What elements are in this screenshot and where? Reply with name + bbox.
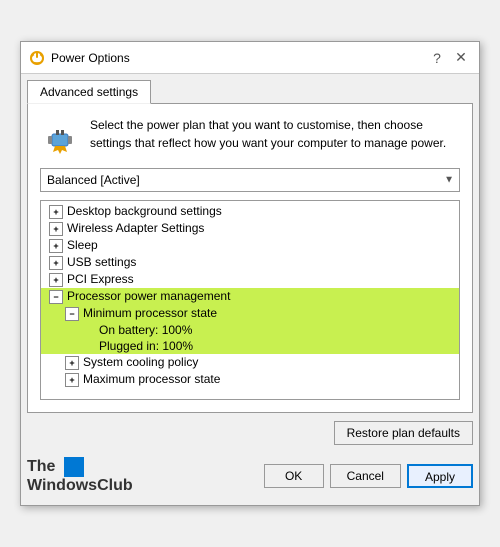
tree-indent: + PCI Express xyxy=(49,272,134,287)
tree-item[interactable]: + USB settings xyxy=(41,254,459,271)
tree-item[interactable]: Plugged in: 100% xyxy=(41,338,459,354)
expand-icon[interactable]: + xyxy=(49,273,63,287)
footer: Restore plan defaults The WindowsClub OK… xyxy=(21,413,479,505)
tree-indent: On battery: 100% xyxy=(81,323,192,337)
tree-indent: + USB settings xyxy=(49,255,136,270)
bottom-row: The WindowsClub OK Cancel Apply xyxy=(27,453,473,499)
tree-item[interactable]: + Sleep xyxy=(41,237,459,254)
close-button[interactable]: ✕ xyxy=(451,48,471,68)
tree-item-label: On battery: 100% xyxy=(99,323,192,337)
advanced-settings-tab[interactable]: Advanced settings xyxy=(27,80,151,104)
expand-icon[interactable]: + xyxy=(49,205,63,219)
settings-tree[interactable]: + Desktop background settings + Wireless Ad… xyxy=(40,200,460,400)
power-options-window: Power Options ? ✕ Advanced settings Sele… xyxy=(20,41,480,506)
blue-square-icon xyxy=(64,457,84,477)
tree-indent: + Maximum processor state xyxy=(65,372,220,387)
action-buttons: OK Cancel Apply xyxy=(264,464,473,488)
expand-icon[interactable]: + xyxy=(65,356,79,370)
tree-indent: −Processor power management xyxy=(49,289,230,304)
title-bar-left: Power Options xyxy=(29,50,130,66)
tree-indent: + System cooling policy xyxy=(65,355,198,370)
tree-item[interactable]: −Processor power management xyxy=(41,288,459,305)
tree-item[interactable]: + PCI Express xyxy=(41,271,459,288)
tab-bar: Advanced settings xyxy=(21,74,479,103)
tree-item[interactable]: + Wireless Adapter Settings xyxy=(41,220,459,237)
watermark: The WindowsClub xyxy=(27,457,133,495)
tree-indent: Plugged in: 100% xyxy=(81,339,193,353)
cancel-button[interactable]: Cancel xyxy=(330,464,401,488)
power-plug-icon xyxy=(40,116,80,156)
description-area: Select the power plan that you want to c… xyxy=(40,116,460,156)
tree-item-label: Wireless Adapter Settings xyxy=(67,221,204,235)
expand-icon[interactable]: + xyxy=(49,222,63,236)
tree-item-label: System cooling policy xyxy=(83,355,198,369)
tree-item[interactable]: + System cooling policy xyxy=(41,354,459,371)
restore-row: Restore plan defaults xyxy=(27,421,473,445)
restore-defaults-button[interactable]: Restore plan defaults xyxy=(334,421,473,445)
tree-item-label: Desktop background settings xyxy=(67,204,222,218)
watermark-line2: WindowsClub xyxy=(27,477,133,495)
tree-item[interactable]: On battery: 100% xyxy=(41,322,459,338)
tree-indent: + Wireless Adapter Settings xyxy=(49,221,204,236)
tree-item-label: Maximum processor state xyxy=(83,372,220,386)
expand-icon[interactable]: − xyxy=(65,307,79,321)
expand-icon[interactable]: − xyxy=(49,290,63,304)
tree-item[interactable]: −Minimum processor state xyxy=(41,305,459,322)
title-bar: Power Options ? ✕ xyxy=(21,42,479,74)
help-button[interactable]: ? xyxy=(427,48,447,68)
main-content: Select the power plan that you want to c… xyxy=(27,103,473,413)
tree-item[interactable]: + Desktop background settings xyxy=(41,203,459,220)
power-plan-dropdown[interactable]: Balanced [Active]Power saverHigh perform… xyxy=(40,168,460,192)
tree-item[interactable]: + Maximum processor state xyxy=(41,371,459,388)
description-text: Select the power plan that you want to c… xyxy=(90,116,460,152)
tree-item-label: Plugged in: 100% xyxy=(99,339,193,353)
power-icon xyxy=(29,50,45,66)
tree-item-label: Processor power management xyxy=(67,289,230,303)
ok-button[interactable]: OK xyxy=(264,464,324,488)
apply-button[interactable]: Apply xyxy=(407,464,473,488)
window-title: Power Options xyxy=(51,51,130,65)
expand-icon[interactable]: + xyxy=(65,373,79,387)
tree-item-label: Sleep xyxy=(67,238,98,252)
tree-indent: + Desktop background settings xyxy=(49,204,222,219)
dropdown-container: Balanced [Active]Power saverHigh perform… xyxy=(40,168,460,192)
tree-item-label: PCI Express xyxy=(67,272,134,286)
tree-indent: + Sleep xyxy=(49,238,98,253)
expand-icon[interactable]: + xyxy=(49,256,63,270)
watermark-line1: The xyxy=(27,457,84,477)
tree-indent: −Minimum processor state xyxy=(65,306,217,321)
tree-item-label: Minimum processor state xyxy=(83,306,217,320)
tree-item-label: USB settings xyxy=(67,255,136,269)
expand-icon[interactable]: + xyxy=(49,239,63,253)
title-bar-controls: ? ✕ xyxy=(427,48,471,68)
